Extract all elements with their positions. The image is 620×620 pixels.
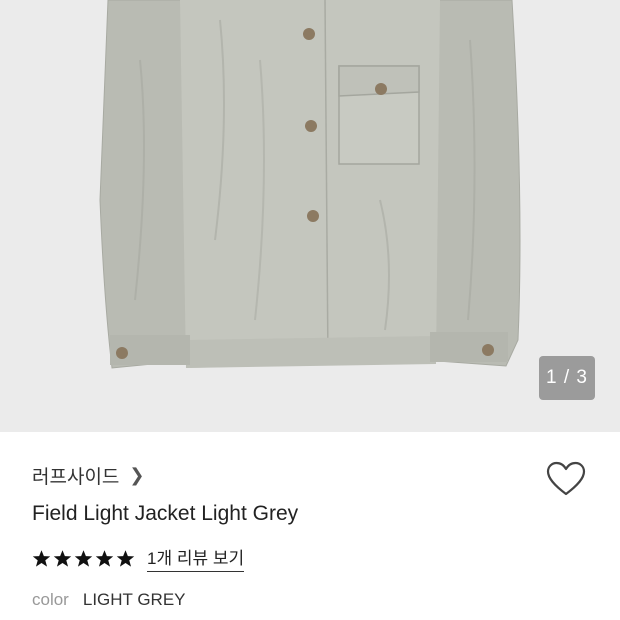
star-icon bbox=[116, 549, 135, 567]
product-image-gallery[interactable]: 1 / 3 bbox=[0, 0, 620, 432]
image-counter: 1 / 3 bbox=[539, 356, 595, 400]
brand-name: 러프사이드 bbox=[32, 467, 120, 488]
star-icon bbox=[74, 549, 93, 567]
color-label: color bbox=[32, 590, 69, 609]
rating-row: 1개 리뷰 보기 bbox=[32, 544, 245, 572]
color-option: color LIGHT GREY bbox=[32, 590, 186, 610]
chevron-right-icon: ❯ bbox=[129, 465, 145, 485]
heart-icon[interactable] bbox=[546, 461, 586, 497]
star-rating bbox=[32, 549, 135, 568]
brand-link[interactable]: 러프사이드 ❯ bbox=[32, 462, 145, 489]
color-value: LIGHT GREY bbox=[82, 590, 186, 609]
product-title: Field Light Jacket Light Grey bbox=[32, 502, 299, 525]
star-icon bbox=[95, 549, 114, 567]
star-icon bbox=[32, 549, 51, 567]
star-icon bbox=[53, 549, 72, 567]
review-link[interactable]: 1개 리뷰 보기 bbox=[147, 544, 245, 572]
jacket-photo bbox=[99, 0, 521, 369]
